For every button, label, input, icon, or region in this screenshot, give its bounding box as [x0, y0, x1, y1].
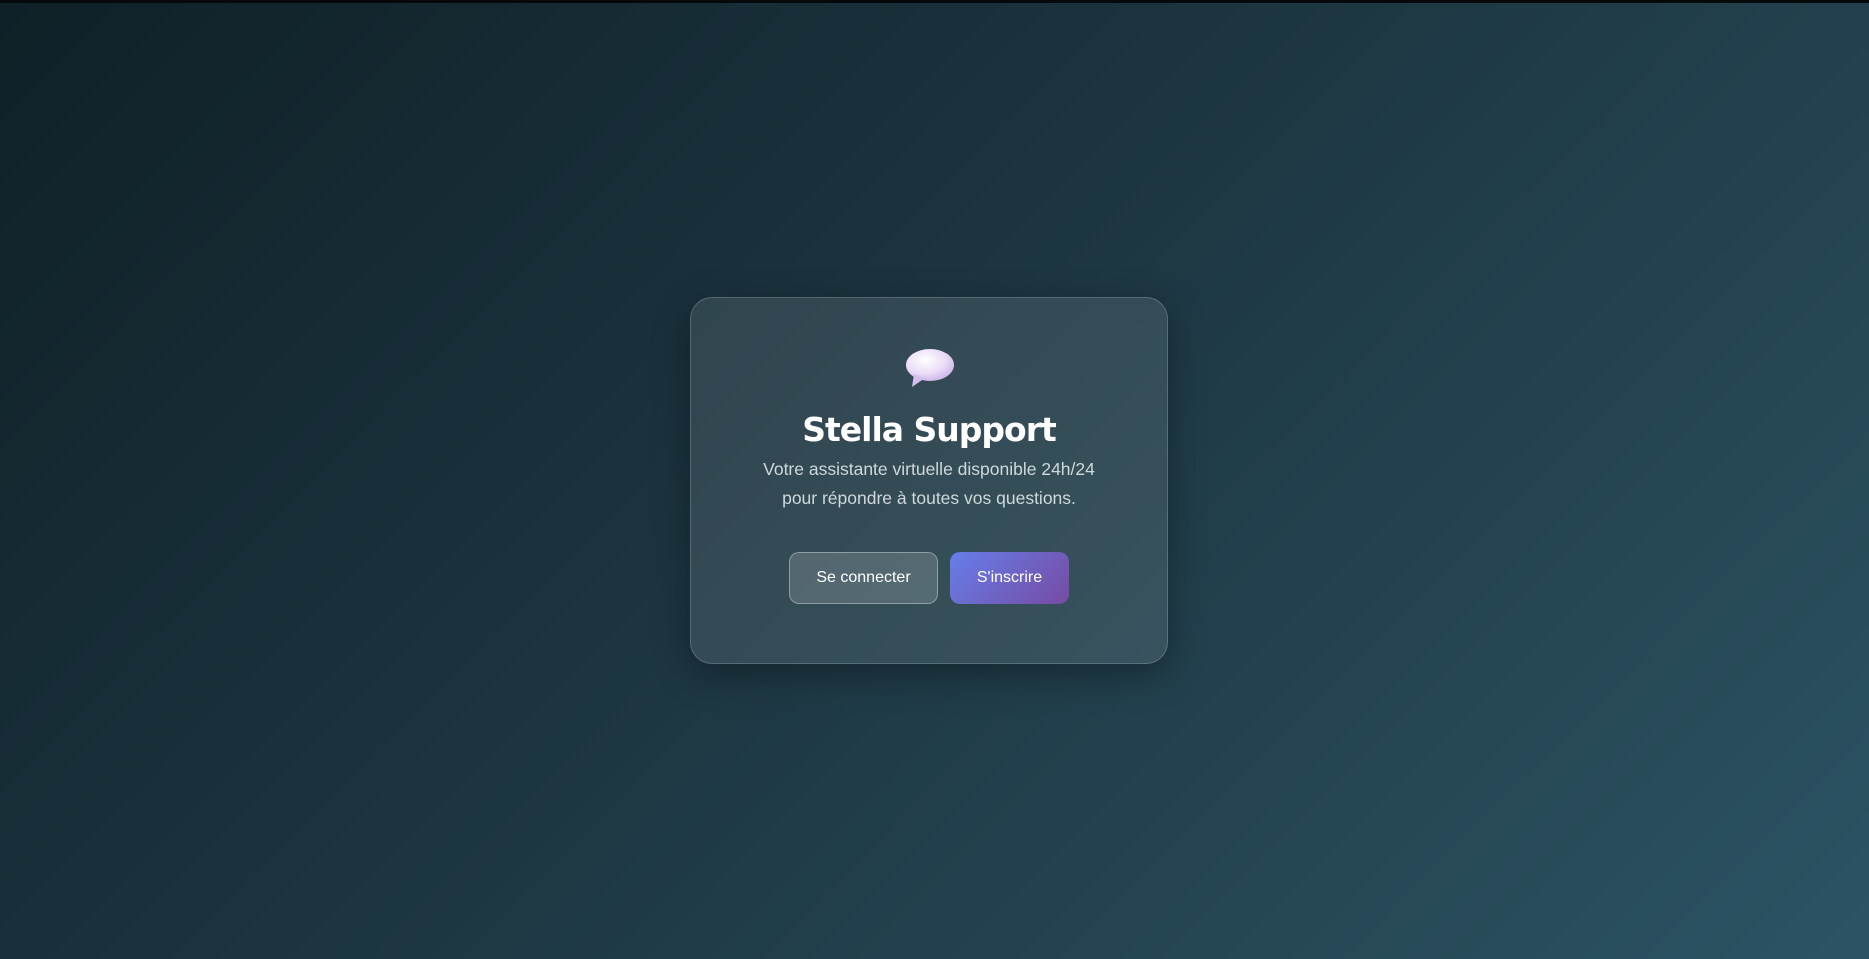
app-title: Stella Support	[802, 410, 1057, 449]
login-button[interactable]: Se connecter	[789, 552, 938, 604]
welcome-card: Stella Support Votre assistante virtuell…	[690, 297, 1168, 664]
subtitle-line-2: pour répondre à toutes vos questions.	[782, 488, 1076, 508]
top-border	[0, 0, 1869, 3]
subtitle-line-1: Votre assistante virtuelle disponible 24…	[763, 459, 1095, 479]
speech-bubble-icon	[903, 348, 955, 388]
app-subtitle: Votre assistante virtuelle disponible 24…	[721, 455, 1137, 513]
signup-button[interactable]: S'inscrire	[950, 552, 1069, 604]
action-buttons: Se connecter S'inscrire	[691, 552, 1167, 604]
